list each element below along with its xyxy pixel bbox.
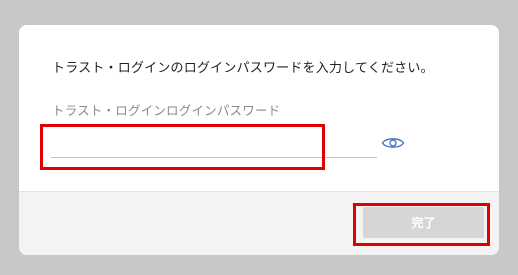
- done-button-highlight-box: [353, 203, 490, 246]
- password-dialog: トラスト・ログインのログインパスワードを入力してください。 トラスト・ログインロ…: [19, 25, 499, 255]
- input-highlight-box: [40, 124, 325, 170]
- password-field-label: トラスト・ログインログインパスワード: [52, 103, 281, 118]
- dialog-message: トラスト・ログインのログインパスワードを入力してください。: [52, 61, 434, 76]
- eye-icon: [381, 138, 405, 148]
- dialog-body: トラスト・ログインのログインパスワードを入力してください。 トラスト・ログインロ…: [19, 25, 499, 191]
- show-password-toggle[interactable]: [377, 131, 409, 155]
